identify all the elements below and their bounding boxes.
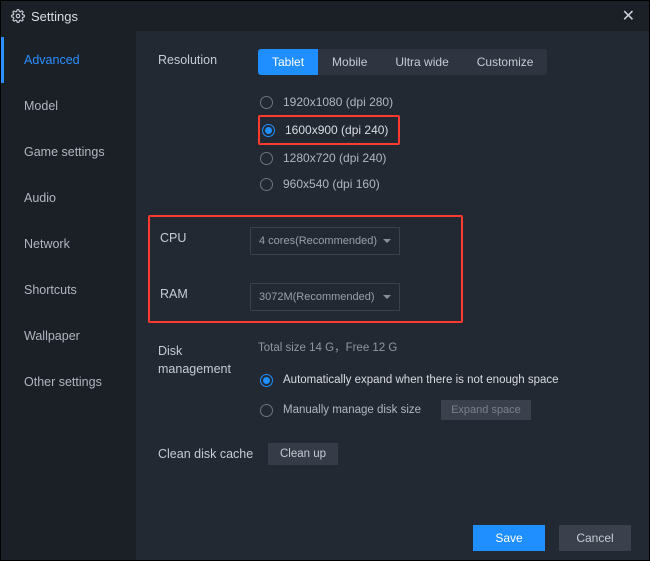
window-title: Settings (31, 9, 618, 24)
resolution-tabs: Tablet Mobile Ultra wide Customize (258, 49, 547, 75)
cancel-button[interactable]: Cancel (559, 525, 631, 551)
disk-option-label: Automatically expand when there is not e… (283, 374, 559, 386)
sidebar-item-network[interactable]: Network (1, 221, 136, 267)
save-button[interactable]: Save (473, 525, 545, 551)
sidebar-item-model[interactable]: Model (1, 83, 136, 129)
tab-tablet[interactable]: Tablet (258, 49, 318, 75)
sidebar-item-audio[interactable]: Audio (1, 175, 136, 221)
resolution-option-1920x1080[interactable]: 1920x1080 (dpi 280) (258, 89, 627, 115)
highlight-cpu-ram: CPU 4 cores(Recommended) RAM 3072M(Recom… (148, 215, 463, 323)
titlebar[interactable]: Settings ✕ (1, 1, 649, 31)
ram-dropdown[interactable]: 3072M(Recommended) (250, 283, 400, 311)
highlight-resolution: 1600x900 (dpi 240) (258, 115, 400, 145)
resolution-option-960x540[interactable]: 960x540 (dpi 160) (258, 171, 627, 197)
tab-ultra-wide[interactable]: Ultra wide (381, 49, 462, 75)
cpu-dropdown[interactable]: 4 cores(Recommended) (250, 227, 400, 255)
sidebar-item-advanced[interactable]: Advanced (1, 37, 136, 83)
sidebar-item-label: Game settings (24, 145, 105, 159)
chevron-down-icon (383, 239, 391, 243)
chevron-down-icon (383, 295, 391, 299)
resolution-option-label: 1600x900 (dpi 240) (285, 123, 388, 137)
tab-customize[interactable]: Customize (463, 49, 548, 75)
close-icon[interactable]: ✕ (618, 2, 639, 30)
tab-mobile[interactable]: Mobile (318, 49, 381, 75)
cpu-label: CPU (160, 227, 250, 245)
resolution-options: 1920x1080 (dpi 280) 1600x900 (dpi 240) 1… (258, 89, 627, 197)
clean-up-button[interactable]: Clean up (268, 443, 338, 465)
ram-row: RAM 3072M(Recommended) (150, 283, 441, 311)
resolution-option-label: 1280x720 (dpi 240) (283, 151, 386, 165)
resolution-option-1600x900[interactable]: 1600x900 (dpi 240) (260, 117, 388, 143)
disk-option-manual[interactable]: Manually manage disk size Expand space (258, 395, 627, 425)
disk-option-auto[interactable]: Automatically expand when there is not e… (258, 365, 627, 395)
ram-label: RAM (160, 283, 250, 301)
sidebar-item-label: Shortcuts (24, 283, 77, 297)
resolution-option-label: 960x540 (dpi 160) (283, 177, 380, 191)
disk-row: Disk management Total size 14 G，Free 12 … (158, 339, 627, 425)
sidebar-item-label: Wallpaper (24, 329, 80, 343)
cpu-row: CPU 4 cores(Recommended) (150, 227, 441, 255)
clean-label: Clean disk cache (158, 443, 268, 461)
radio-icon (260, 404, 273, 417)
resolution-label: Resolution (158, 49, 258, 67)
ram-value: 3072M(Recommended) (259, 291, 375, 303)
sidebar-item-shortcuts[interactable]: Shortcuts (1, 267, 136, 313)
resolution-option-1280x720[interactable]: 1280x720 (dpi 240) (258, 145, 627, 171)
sidebar-item-label: Network (24, 237, 70, 251)
cpu-value: 4 cores(Recommended) (259, 235, 377, 247)
radio-icon (262, 124, 275, 137)
resolution-option-label: 1920x1080 (dpi 280) (283, 95, 393, 109)
resolution-row: Resolution Tablet Mobile Ultra wide Cust… (158, 49, 627, 197)
sidebar-item-label: Model (24, 99, 58, 113)
radio-icon (260, 152, 273, 165)
sidebar-item-label: Advanced (24, 53, 80, 67)
disk-info: Total size 14 G，Free 12 G (258, 339, 627, 355)
settings-window: Settings ✕ Advanced Model Game settings … (0, 0, 650, 561)
sidebar-item-game-settings[interactable]: Game settings (1, 129, 136, 175)
sidebar: Advanced Model Game settings Audio Netwo… (1, 31, 136, 516)
radio-icon (260, 374, 273, 387)
sidebar-item-label: Audio (24, 191, 56, 205)
disk-label: Disk management (158, 339, 258, 378)
expand-space-button[interactable]: Expand space (441, 400, 531, 420)
radio-icon (260, 96, 273, 109)
sidebar-item-other-settings[interactable]: Other settings (1, 359, 136, 405)
sidebar-item-wallpaper[interactable]: Wallpaper (1, 313, 136, 359)
radio-icon (260, 178, 273, 191)
sidebar-item-label: Other settings (24, 375, 102, 389)
gear-icon (11, 9, 25, 23)
disk-option-label: Manually manage disk size (283, 404, 421, 416)
main-panel: Resolution Tablet Mobile Ultra wide Cust… (136, 31, 649, 516)
footer: Save Cancel (136, 516, 649, 560)
clean-row: Clean disk cache Clean up (158, 443, 627, 465)
